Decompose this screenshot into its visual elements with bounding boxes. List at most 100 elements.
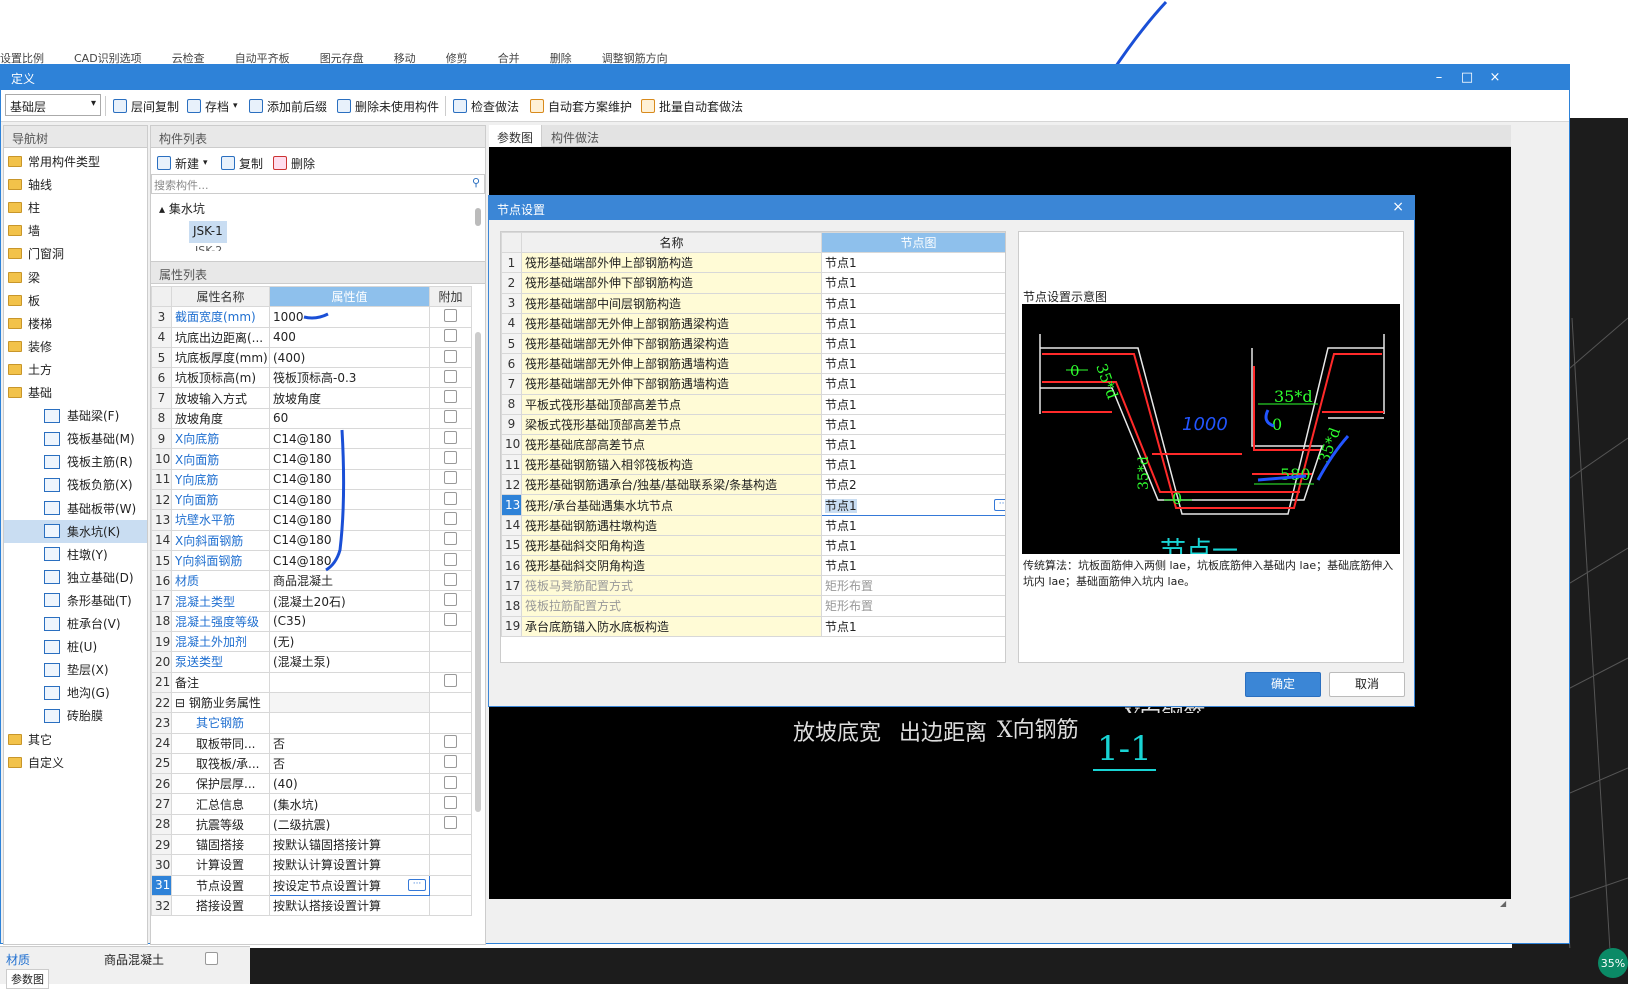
attribute-value[interactable]: (混凝土20石)	[269, 590, 430, 612]
node-value[interactable]: 矩形布置	[821, 575, 1005, 597]
extra-checkbox[interactable]	[444, 816, 457, 830]
node-value[interactable]: 节点1	[821, 272, 1005, 294]
node-value[interactable]: 节点1	[821, 534, 1005, 557]
node-row[interactable]: 7 筏形基础端部无外伸下部钢筋遇墙构造 节点1	[501, 373, 1005, 395]
extra-checkbox[interactable]	[444, 369, 457, 383]
extra-checkbox[interactable]	[444, 349, 457, 363]
node-row[interactable]: 11 筏形基础钢筋锚入相邻筏板构造 节点1	[501, 454, 1005, 476]
node-value[interactable]: 节点1 ···	[821, 494, 1005, 516]
attribute-value[interactable]	[269, 712, 430, 734]
attribute-row[interactable]: 19 混凝土外加剂 (无)	[151, 631, 472, 653]
nav-item[interactable]: 条形基础(T)	[4, 589, 147, 612]
nav-item[interactable]: 独立基础(D)	[4, 566, 147, 589]
extra-checkbox[interactable]	[444, 593, 457, 607]
extra-checkbox[interactable]	[444, 329, 457, 343]
attribute-row[interactable]: 32 搭接设置 按默认搭接设置计算	[151, 894, 472, 917]
node-row[interactable]: 17 筏板马凳筋配置方式 矩形布置	[501, 575, 1005, 597]
node-value[interactable]: 节点1	[821, 413, 1005, 435]
tree-group-sump[interactable]: ▴ 集水坑	[159, 200, 205, 217]
bg-tab-param[interactable]: 参数图	[6, 969, 49, 989]
bg-attr-checkbox[interactable]	[205, 952, 218, 965]
component-scrollbar[interactable]	[475, 208, 481, 226]
nav-item[interactable]: 门窗洞	[4, 242, 147, 265]
extra-checkbox[interactable]	[444, 735, 457, 749]
node-value[interactable]: 节点1	[821, 514, 1005, 536]
component-item-jsk2[interactable]: JSK-2	[195, 244, 222, 251]
tab-param-drawing[interactable]: 参数图	[489, 125, 543, 147]
nav-item[interactable]: 筏板主筋(R)	[4, 450, 147, 473]
nav-item[interactable]: 装修	[4, 335, 147, 358]
extra-checkbox[interactable]	[444, 572, 457, 586]
node-row[interactable]: 4 筏形基础端部无外伸上部钢筋遇梁构造 节点1	[501, 312, 1005, 334]
attribute-scrollbar[interactable]	[475, 332, 481, 812]
node-value[interactable]: 节点1	[821, 454, 1005, 476]
cancel-button[interactable]: 取消	[1329, 672, 1405, 697]
more-options-button[interactable]: ···	[408, 878, 426, 891]
resize-grip[interactable]: ◢	[1500, 899, 1510, 909]
attribute-value[interactable]: 否	[269, 732, 430, 754]
extra-checkbox[interactable]	[444, 552, 457, 566]
node-value[interactable]: 节点1	[821, 332, 1005, 355]
nav-item[interactable]: 板	[4, 289, 147, 312]
archive-button[interactable]: 存档 ▾	[187, 97, 238, 115]
delete-unused-button[interactable]: 删除未使用构件	[337, 97, 439, 115]
extra-checkbox[interactable]	[444, 775, 457, 789]
extra-checkbox[interactable]	[444, 674, 457, 688]
floor-copy-button[interactable]: 层间复制	[113, 97, 179, 115]
attribute-value[interactable]: 按设定节点设置计算 ···	[269, 874, 430, 896]
new-button[interactable]: 新建 ▾	[157, 154, 208, 172]
attribute-value[interactable]: 按默认搭接设置计算	[269, 894, 430, 917]
attribute-row[interactable]: 25 取筏板/承... 否	[151, 752, 472, 775]
nav-item[interactable]: 桩(U)	[4, 635, 147, 658]
ok-button[interactable]: 确定	[1245, 672, 1321, 697]
node-value[interactable]: 节点1	[821, 433, 1005, 456]
maximize-button[interactable]: □	[1453, 65, 1481, 90]
nav-item[interactable]: 墙	[4, 219, 147, 242]
search-icon[interactable]: ⚲	[472, 176, 480, 189]
extra-checkbox[interactable]	[444, 471, 457, 485]
extra-checkbox[interactable]	[444, 390, 457, 404]
nav-item[interactable]: 基础板带(W)	[4, 497, 147, 520]
node-row[interactable]: 18 筏板拉筋配置方式 矩形布置	[501, 595, 1005, 617]
attribute-row[interactable]: 29 锚固搭接 按默认锚固搭接计算	[151, 834, 472, 856]
attribute-row[interactable]: 26 保护层厚... (40)	[151, 773, 472, 795]
batch-auto-button[interactable]: 批量自动套做法	[641, 97, 743, 115]
attribute-row[interactable]: 28 抗震等级 (二级抗震)	[151, 813, 472, 836]
attribute-value[interactable]	[269, 671, 430, 693]
nav-item[interactable]: 筏板基础(M)	[4, 427, 147, 450]
attribute-row[interactable]: 17 混凝土类型 (混凝土20石)	[151, 590, 472, 612]
attribute-value[interactable]: 按默认锚固搭接计算	[269, 834, 430, 856]
attribute-value[interactable]: (二级抗震)	[269, 813, 430, 836]
node-row[interactable]: 6 筏形基础端部无外伸上部钢筋遇墙构造 节点1	[501, 353, 1005, 375]
nav-item[interactable]: 柱墩(Y)	[4, 543, 147, 566]
nav-item[interactable]: 其它	[4, 728, 147, 751]
delete-button[interactable]: 删除	[273, 154, 315, 172]
node-row[interactable]: 1 筏形基础端部外伸上部钢筋构造 节点1	[501, 252, 1005, 274]
node-row[interactable]: 14 筏形基础钢筋遇柱墩构造 节点1	[501, 514, 1005, 536]
attribute-value[interactable]: (集水坑)	[269, 793, 430, 815]
node-value[interactable]: 节点1	[821, 312, 1005, 334]
attribute-value[interactable]	[269, 691, 430, 714]
node-value[interactable]: 节点1	[821, 393, 1005, 415]
nav-item[interactable]: 基础梁(F)	[4, 404, 147, 427]
extra-checkbox[interactable]	[444, 532, 457, 546]
attribute-row[interactable]: 23 其它钢筋	[151, 712, 472, 734]
node-row[interactable]: 16 筏形基础斜交阴角构造 节点1	[501, 554, 1005, 577]
node-row[interactable]: 13筏形/承台基础遇集水坑节点节点1 ···	[501, 494, 1005, 516]
node-row[interactable]: 10 筏形基础底部高差节点 节点1	[501, 433, 1005, 456]
node-value[interactable]: 节点1	[821, 292, 1005, 314]
more-options-button[interactable]: ···	[994, 498, 1005, 511]
node-row[interactable]: 9 梁板式筏形基础顶部高差节点 节点1	[501, 413, 1005, 435]
node-value[interactable]: 节点1	[821, 615, 1005, 637]
attribute-value[interactable]: (C35)	[269, 610, 430, 633]
nav-item[interactable]: 常用构件类型	[4, 150, 147, 173]
nav-item[interactable]: 集水坑(K)	[4, 519, 147, 543]
attribute-row[interactable]: 24 取板带同... 否	[151, 732, 472, 754]
nav-item[interactable]: 柱	[4, 196, 147, 219]
attribute-row[interactable]: 30 计算设置 按默认计算设置计算	[151, 854, 472, 876]
attribute-row[interactable]: 31 节点设置 按设定节点设置计算 ···	[151, 874, 472, 896]
extra-checkbox[interactable]	[444, 511, 457, 525]
component-item-jsk1[interactable]: JSK-1	[189, 221, 227, 243]
close-button[interactable]: ×	[1481, 65, 1509, 90]
attribute-value[interactable]: (40)	[269, 773, 430, 795]
